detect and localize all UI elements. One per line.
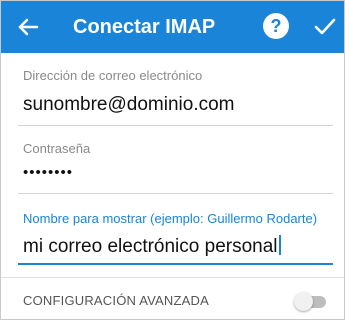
password-field-underline xyxy=(18,193,333,194)
display-name-field[interactable]: mi correo electrónico personal xyxy=(23,235,281,258)
email-field[interactable]: sunombre@dominio.com xyxy=(23,94,235,116)
app-bar: Conectar IMAP ? xyxy=(1,1,344,53)
password-field-label: Contraseña xyxy=(23,141,91,156)
advanced-settings-toggle[interactable] xyxy=(294,291,326,311)
page-title: Conectar IMAP xyxy=(73,16,216,38)
advanced-settings-label: CONFIGURACIÓN AVANZADA xyxy=(23,293,209,308)
display-name-field-label: Nombre para mostrar (ejemplo: Guillermo … xyxy=(23,211,318,226)
toggle-thumb xyxy=(294,292,313,311)
email-field-underline xyxy=(18,125,333,126)
section-divider xyxy=(1,277,344,278)
display-name-field-underline xyxy=(18,263,333,265)
checkmark-icon xyxy=(314,18,336,35)
email-field-label: Dirección de correo electrónico xyxy=(23,68,203,83)
back-button[interactable] xyxy=(15,13,43,41)
help-circle-icon: ? xyxy=(270,16,282,36)
text-cursor xyxy=(278,235,281,255)
imap-connect-screen: Conectar IMAP ? Dirección de correo elec… xyxy=(0,0,345,320)
help-button[interactable]: ? xyxy=(263,13,289,39)
done-button[interactable] xyxy=(312,14,338,40)
arrow-left-icon xyxy=(18,18,39,36)
display-name-value: mi correo electrónico personal xyxy=(23,236,278,257)
password-field[interactable]: •••••••• xyxy=(23,164,73,181)
